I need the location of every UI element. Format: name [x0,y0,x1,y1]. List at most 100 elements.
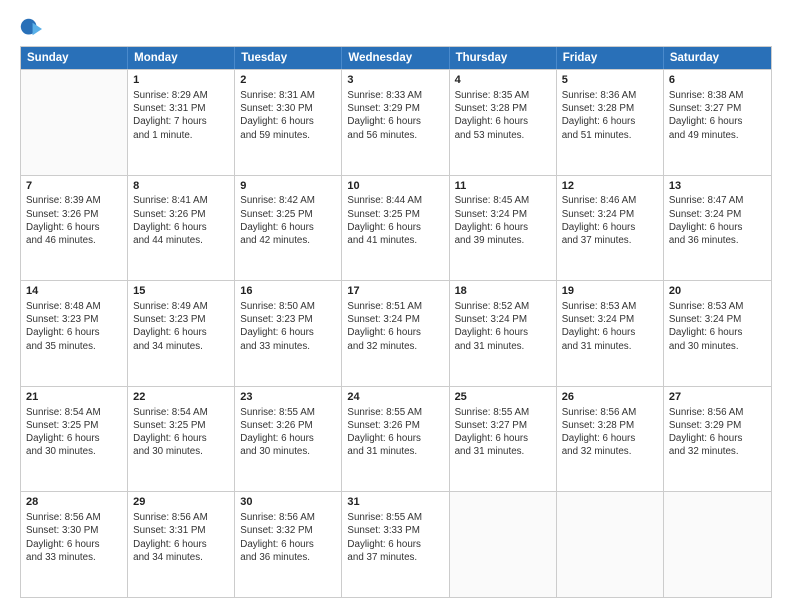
day-number: 15 [133,284,229,299]
day-number: 29 [133,495,229,510]
day-text: Sunrise: 8:56 AM Sunset: 3:32 PM Dayligh… [240,512,315,563]
day-text: Sunrise: 8:31 AM Sunset: 3:30 PM Dayligh… [240,90,315,141]
week-row-5: 28 Sunrise: 8:56 AM Sunset: 3:30 PM Dayli… [21,491,771,597]
empty-cell [557,492,664,597]
day-number: 1 [133,73,229,88]
day-number: 24 [347,390,443,405]
day-text: Sunrise: 8:50 AM Sunset: 3:23 PM Dayligh… [240,301,315,352]
day-text: Sunrise: 8:56 AM Sunset: 3:28 PM Dayligh… [562,407,637,458]
day-number: 23 [240,390,336,405]
day-text: Sunrise: 8:52 AM Sunset: 3:24 PM Dayligh… [455,301,530,352]
day-number: 28 [26,495,122,510]
day-text: Sunrise: 8:45 AM Sunset: 3:24 PM Dayligh… [455,195,530,246]
week-row-1: 1 Sunrise: 8:29 AM Sunset: 3:31 PM Daylig… [21,69,771,175]
day-text: Sunrise: 8:55 AM Sunset: 3:27 PM Dayligh… [455,407,530,458]
day-number: 18 [455,284,551,299]
day-text: Sunrise: 8:41 AM Sunset: 3:26 PM Dayligh… [133,195,208,246]
day-text: Sunrise: 8:29 AM Sunset: 3:31 PM Dayligh… [133,90,208,141]
day-text: Sunrise: 8:51 AM Sunset: 3:24 PM Dayligh… [347,301,422,352]
day-number: 17 [347,284,443,299]
day-text: Sunrise: 8:55 AM Sunset: 3:33 PM Dayligh… [347,512,422,563]
day-cell-17: 17 Sunrise: 8:51 AM Sunset: 3:24 PM Dayli… [342,281,449,386]
day-cell-25: 25Sunrise: 8:55 AM Sunset: 3:27 PM Dayli… [450,387,557,492]
day-number: 6 [669,73,766,88]
day-cell-24: 24 Sunrise: 8:55 AM Sunset: 3:26 PM Dayli… [342,387,449,492]
day-cell-4: 4 Sunrise: 8:35 AM Sunset: 3:28 PM Daylig… [450,70,557,175]
day-cell-8: 8Sunrise: 8:41 AM Sunset: 3:26 PM Daylig… [128,176,235,281]
day-text: Sunrise: 8:35 AM Sunset: 3:28 PM Dayligh… [455,90,530,141]
day-text: Sunrise: 8:56 AM Sunset: 3:29 PM Dayligh… [669,407,744,458]
day-cell-10: 10Sunrise: 8:44 AM Sunset: 3:25 PM Dayli… [342,176,449,281]
day-cell-14: 14 Sunrise: 8:48 AM Sunset: 3:23 PM Dayli… [21,281,128,386]
week-row-4: 21 Sunrise: 8:54 AM Sunset: 3:25 PM Dayli… [21,386,771,492]
day-text: Sunrise: 8:47 AM Sunset: 3:24 PM Dayligh… [669,195,744,246]
header-day-saturday: Saturday [664,47,771,69]
logo [20,18,46,40]
header [20,18,772,40]
day-number: 9 [240,179,336,194]
day-text: Sunrise: 8:48 AM Sunset: 3:23 PM Dayligh… [26,301,101,352]
day-text: Sunrise: 8:39 AM Sunset: 3:26 PM Dayligh… [26,195,101,246]
day-text: Sunrise: 8:46 AM Sunset: 3:24 PM Dayligh… [562,195,637,246]
day-text: Sunrise: 8:54 AM Sunset: 3:25 PM Dayligh… [133,407,208,458]
header-day-thursday: Thursday [450,47,557,69]
day-number: 19 [562,284,658,299]
day-number: 13 [669,179,766,194]
day-text: Sunrise: 8:36 AM Sunset: 3:28 PM Dayligh… [562,90,637,141]
header-day-monday: Monday [128,47,235,69]
day-cell-6: 6 Sunrise: 8:38 AM Sunset: 3:27 PM Daylig… [664,70,771,175]
day-number: 16 [240,284,336,299]
day-cell-2: 2Sunrise: 8:31 AM Sunset: 3:30 PM Daylig… [235,70,342,175]
day-number: 14 [26,284,122,299]
day-cell-12: 12Sunrise: 8:46 AM Sunset: 3:24 PM Dayli… [557,176,664,281]
day-number: 10 [347,179,443,194]
day-text: Sunrise: 8:38 AM Sunset: 3:27 PM Dayligh… [669,90,744,141]
day-cell-3: 3 Sunrise: 8:33 AM Sunset: 3:29 PM Daylig… [342,70,449,175]
day-cell-15: 15Sunrise: 8:49 AM Sunset: 3:23 PM Dayli… [128,281,235,386]
day-number: 20 [669,284,766,299]
day-number: 7 [26,179,122,194]
day-number: 4 [455,73,551,88]
day-text: Sunrise: 8:53 AM Sunset: 3:24 PM Dayligh… [562,301,637,352]
day-cell-11: 11Sunrise: 8:45 AM Sunset: 3:24 PM Dayli… [450,176,557,281]
day-text: Sunrise: 8:55 AM Sunset: 3:26 PM Dayligh… [240,407,315,458]
day-number: 21 [26,390,122,405]
day-number: 22 [133,390,229,405]
header-day-friday: Friday [557,47,664,69]
day-number: 3 [347,73,443,88]
day-number: 8 [133,179,229,194]
day-number: 31 [347,495,443,510]
day-cell-20: 20 Sunrise: 8:53 AM Sunset: 3:24 PM Dayli… [664,281,771,386]
day-cell-29: 29 Sunrise: 8:56 AM Sunset: 3:31 PM Dayli… [128,492,235,597]
header-day-sunday: Sunday [21,47,128,69]
day-cell-22: 22 Sunrise: 8:54 AM Sunset: 3:25 PM Dayli… [128,387,235,492]
empty-cell [21,70,128,175]
week-row-2: 7Sunrise: 8:39 AM Sunset: 3:26 PM Daylig… [21,175,771,281]
day-text: Sunrise: 8:56 AM Sunset: 3:31 PM Dayligh… [133,512,208,563]
empty-cell [450,492,557,597]
day-text: Sunrise: 8:44 AM Sunset: 3:25 PM Dayligh… [347,195,422,246]
day-cell-19: 19 Sunrise: 8:53 AM Sunset: 3:24 PM Dayli… [557,281,664,386]
day-cell-26: 26 Sunrise: 8:56 AM Sunset: 3:28 PM Dayli… [557,387,664,492]
day-cell-21: 21 Sunrise: 8:54 AM Sunset: 3:25 PM Dayli… [21,387,128,492]
day-cell-30: 30 Sunrise: 8:56 AM Sunset: 3:32 PM Dayli… [235,492,342,597]
day-cell-23: 23 Sunrise: 8:55 AM Sunset: 3:26 PM Dayli… [235,387,342,492]
day-number: 26 [562,390,658,405]
day-number: 5 [562,73,658,88]
day-text: Sunrise: 8:33 AM Sunset: 3:29 PM Dayligh… [347,90,422,141]
empty-cell [664,492,771,597]
header-day-tuesday: Tuesday [235,47,342,69]
day-text: Sunrise: 8:54 AM Sunset: 3:25 PM Dayligh… [26,407,101,458]
day-cell-5: 5 Sunrise: 8:36 AM Sunset: 3:28 PM Daylig… [557,70,664,175]
day-number: 12 [562,179,658,194]
day-cell-31: 31 Sunrise: 8:55 AM Sunset: 3:33 PM Dayli… [342,492,449,597]
day-number: 30 [240,495,336,510]
day-text: Sunrise: 8:55 AM Sunset: 3:26 PM Dayligh… [347,407,422,458]
day-cell-7: 7Sunrise: 8:39 AM Sunset: 3:26 PM Daylig… [21,176,128,281]
day-cell-28: 28 Sunrise: 8:56 AM Sunset: 3:30 PM Dayli… [21,492,128,597]
calendar: SundayMondayTuesdayWednesdayThursdayFrid… [20,46,772,598]
day-text: Sunrise: 8:56 AM Sunset: 3:30 PM Dayligh… [26,512,101,563]
calendar-header: SundayMondayTuesdayWednesdayThursdayFrid… [21,47,771,69]
week-row-3: 14 Sunrise: 8:48 AM Sunset: 3:23 PM Dayli… [21,280,771,386]
day-text: Sunrise: 8:53 AM Sunset: 3:24 PM Dayligh… [669,301,744,352]
